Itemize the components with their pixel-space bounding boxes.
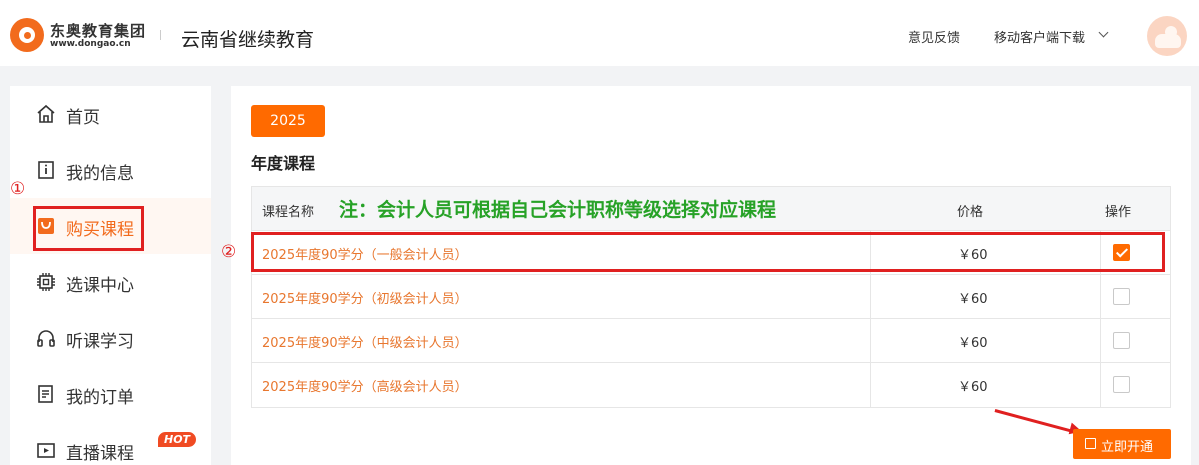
chevron-down-icon[interactable] xyxy=(1098,27,1109,38)
logo-mark-icon xyxy=(10,18,44,52)
course-checkbox[interactable] xyxy=(1113,332,1130,349)
mobile-download-menu[interactable]: 移动客户端下载 xyxy=(994,27,1085,46)
column-header-name: 课程名称 xyxy=(262,205,315,220)
table-header: 课程名称 注：会计人员可根据自己会计职称等级选择对应课程 价格 操作 xyxy=(252,187,1170,231)
logo-url: www.dongao.cn xyxy=(50,39,131,49)
sidebar-item-home[interactable]: 首页 xyxy=(10,86,211,142)
sidebar-item-label: 听课学习 xyxy=(66,332,134,352)
sidebar-item-orders[interactable]: 我的订单 xyxy=(10,366,211,422)
sidebar-nav: 首页 我的信息 购买课程 选课中心 听课学习 我的订单 直播课程 HOT xyxy=(10,86,211,465)
sidebar-item-course-center[interactable]: 选课中心 xyxy=(10,254,211,310)
table-row[interactable]: 2025年度90学分（高级会计人员） ￥60 xyxy=(252,363,1170,407)
section-title: 年度课程 xyxy=(251,154,316,173)
sidebar-item-label: 首页 xyxy=(66,108,100,128)
sidebar-item-label: 直播课程 xyxy=(66,444,134,464)
tab-year[interactable]: 2025 xyxy=(251,105,325,137)
table-row[interactable]: 2025年度90学分（初级会计人员） ￥60 xyxy=(252,275,1170,319)
course-checkbox[interactable] xyxy=(1113,288,1130,305)
annotation-highlight-box xyxy=(33,206,144,251)
feedback-link[interactable]: 意见反馈 xyxy=(908,27,960,46)
header-divider xyxy=(160,30,161,40)
sidebar-item-live[interactable]: 直播课程 HOT xyxy=(10,422,211,465)
site-title: 云南省继续教育 xyxy=(181,29,315,51)
sidebar-item-label: 我的信息 xyxy=(66,164,134,184)
course-checkbox[interactable] xyxy=(1113,376,1130,393)
course-price: ￥60 xyxy=(958,336,988,351)
sidebar-item-label: 我的订单 xyxy=(66,388,134,408)
order-icon xyxy=(38,385,53,403)
live-icon xyxy=(37,443,55,458)
activate-now-button[interactable]: 立即开通 xyxy=(1073,429,1171,459)
course-name-link[interactable]: 2025年度90学分（中级会计人员） xyxy=(262,332,468,351)
top-header: 东奥教育集团 www.dongao.cn 云南省继续教育 意见反馈 移动客户端下… xyxy=(0,0,1199,66)
course-price: ￥60 xyxy=(958,380,988,395)
course-name-link[interactable]: 2025年度90学分（高级会计人员） xyxy=(262,376,468,395)
column-header-price: 价格 xyxy=(957,205,984,220)
sidebar-item-study[interactable]: 听课学习 xyxy=(10,310,211,366)
brand-logo[interactable]: 东奥教育集团 www.dongao.cn xyxy=(10,14,150,54)
table-row[interactable]: 2025年度90学分（中级会计人员） ￥60 xyxy=(252,319,1170,363)
cart-icon xyxy=(1085,438,1096,449)
sidebar-item-my-info[interactable]: 我的信息 xyxy=(10,142,211,198)
course-table: 课程名称 注：会计人员可根据自己会计职称等级选择对应课程 价格 操作 2025年… xyxy=(251,186,1171,408)
annotation-note: 注：会计人员可根据自己会计职称等级选择对应课程 xyxy=(339,199,777,221)
hot-badge: HOT xyxy=(158,432,197,447)
user-avatar[interactable] xyxy=(1147,16,1187,56)
info-icon xyxy=(38,161,54,179)
course-name-link[interactable]: 2025年度90学分（初级会计人员） xyxy=(262,288,468,307)
activate-now-label: 立即开通 xyxy=(1101,439,1154,454)
home-icon xyxy=(37,104,55,123)
logo-name: 东奥教育集团 xyxy=(50,22,147,40)
main-panel: 2025 年度课程 课程名称 注：会计人员可根据自己会计职称等级选择对应课程 价… xyxy=(231,86,1191,465)
annotation-highlight-box xyxy=(251,232,1165,272)
chip-icon xyxy=(37,273,55,291)
column-header-action: 操作 xyxy=(1105,205,1132,220)
sidebar-item-label: 选课中心 xyxy=(66,276,134,296)
headphones-icon xyxy=(37,330,55,347)
annotation-marker-1: ① xyxy=(10,179,26,199)
annotation-marker-2: ② xyxy=(221,242,237,262)
course-price: ￥60 xyxy=(958,292,988,307)
